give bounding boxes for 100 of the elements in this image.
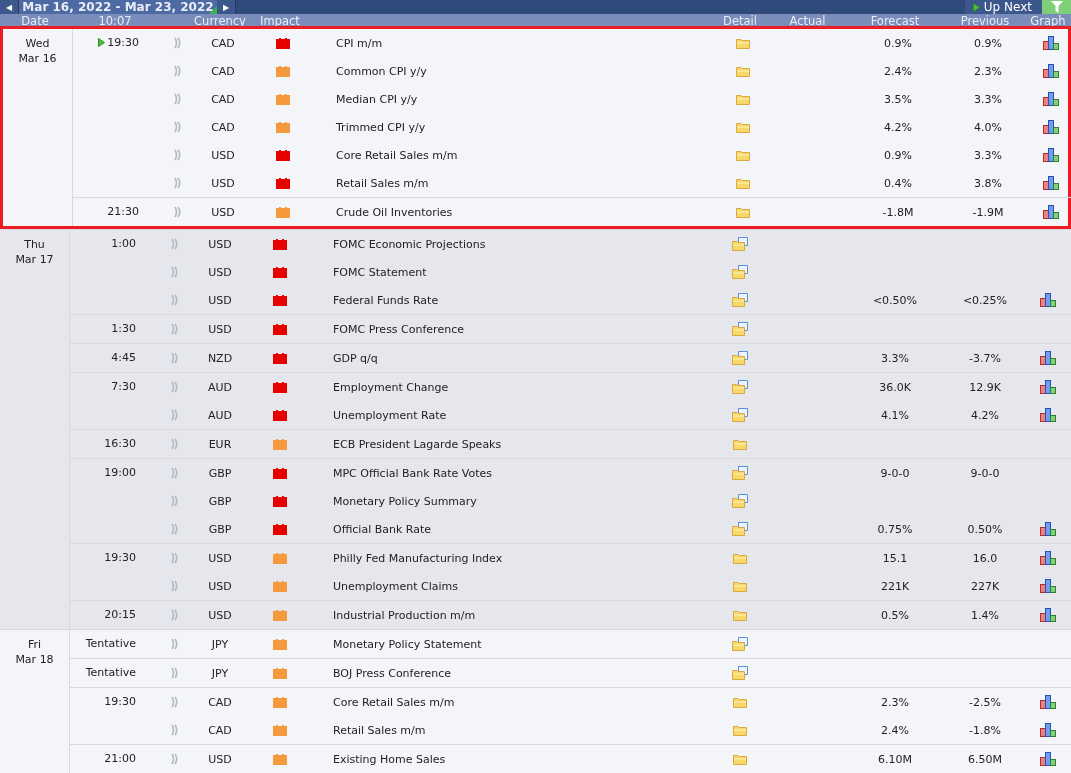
folder-icon[interactable] [733, 696, 747, 708]
date-range-tab[interactable]: Mar 16, 2022 - Mar 23, 2022 [19, 0, 217, 14]
sound-icon[interactable] [174, 65, 182, 77]
folder-document-icon[interactable] [732, 666, 748, 680]
bar-chart-icon[interactable] [1043, 92, 1059, 106]
folder-icon[interactable] [733, 580, 747, 592]
folder-document-icon[interactable] [732, 522, 748, 536]
sound-icon[interactable] [171, 609, 179, 621]
folder-icon[interactable] [733, 438, 747, 450]
sound-icon[interactable] [174, 206, 182, 218]
folder-document-icon[interactable] [732, 494, 748, 508]
up-next-button[interactable]: Up Next [964, 0, 1042, 14]
event-title[interactable]: Existing Home Sales [310, 752, 710, 766]
bar-chart-icon[interactable] [1040, 752, 1056, 766]
sound-icon[interactable] [174, 149, 182, 161]
folder-icon[interactable] [736, 37, 750, 49]
sound-icon[interactable] [171, 266, 179, 278]
folder-icon[interactable] [736, 93, 750, 105]
sound-icon[interactable] [174, 37, 182, 49]
bar-chart-icon[interactable] [1040, 551, 1056, 565]
folder-document-icon[interactable] [732, 351, 748, 365]
bar-chart-icon[interactable] [1040, 522, 1056, 536]
sound-icon[interactable] [171, 638, 179, 650]
sound-icon[interactable] [171, 409, 179, 421]
folder-icon[interactable] [736, 65, 750, 77]
next-week-button[interactable]: ▶ [217, 0, 236, 14]
event-title[interactable]: GDP q/q [310, 351, 710, 365]
folder-document-icon[interactable] [732, 293, 748, 307]
sound-icon[interactable] [171, 294, 179, 306]
sound-icon[interactable] [171, 238, 179, 250]
folder-icon[interactable] [733, 724, 747, 736]
folder-document-icon[interactable] [732, 408, 748, 422]
folder-icon[interactable] [736, 121, 750, 133]
sound-icon[interactable] [171, 523, 179, 535]
event-title[interactable]: FOMC Press Conference [310, 322, 710, 336]
folder-document-icon[interactable] [732, 380, 748, 394]
event-title[interactable]: Retail Sales m/m [310, 723, 710, 737]
folder-document-icon[interactable] [732, 237, 748, 251]
bar-chart-icon[interactable] [1040, 579, 1056, 593]
event-title[interactable]: Unemployment Claims [310, 579, 710, 593]
sound-icon[interactable] [171, 552, 179, 564]
sound-icon[interactable] [174, 177, 182, 189]
event-title[interactable]: Median CPI y/y [313, 92, 713, 106]
sound-icon[interactable] [171, 696, 179, 708]
bar-chart-icon[interactable] [1040, 293, 1056, 307]
previous-week-button[interactable]: ◀ [0, 0, 19, 14]
folder-document-icon[interactable] [732, 637, 748, 651]
event-title[interactable]: Core Retail Sales m/m [313, 148, 713, 162]
folder-icon[interactable] [733, 753, 747, 765]
event-title[interactable]: Industrial Production m/m [310, 608, 710, 622]
event-title[interactable]: Philly Fed Manufacturing Index [310, 551, 710, 565]
bar-chart-icon[interactable] [1043, 120, 1059, 134]
bar-chart-icon[interactable] [1043, 148, 1059, 162]
bar-chart-icon[interactable] [1040, 380, 1056, 394]
event-title[interactable]: Employment Change [310, 380, 710, 394]
sound-icon[interactable] [171, 495, 179, 507]
event-title[interactable]: Crude Oil Inventories [313, 205, 713, 219]
sound-icon[interactable] [171, 753, 179, 765]
event-title[interactable]: CPI m/m [313, 36, 713, 50]
event-title[interactable]: BOJ Press Conference [310, 666, 710, 680]
bar-chart-icon[interactable] [1040, 695, 1056, 709]
event-title[interactable]: Common CPI y/y [313, 64, 713, 78]
bar-chart-icon[interactable] [1043, 205, 1059, 219]
bar-chart-icon[interactable] [1043, 176, 1059, 190]
event-title[interactable]: Monetary Policy Statement [310, 637, 710, 651]
sound-icon[interactable] [171, 381, 179, 393]
bar-chart-icon[interactable] [1040, 723, 1056, 737]
event-title[interactable]: Retail Sales m/m [313, 176, 713, 190]
folder-icon[interactable] [733, 609, 747, 621]
sound-icon[interactable] [171, 580, 179, 592]
bar-chart-icon[interactable] [1040, 351, 1056, 365]
sound-icon[interactable] [171, 724, 179, 736]
sound-icon[interactable] [171, 467, 179, 479]
event-title[interactable]: MPC Official Bank Rate Votes [310, 466, 710, 480]
event-title[interactable]: Federal Funds Rate [310, 293, 710, 307]
bar-chart-icon[interactable] [1040, 608, 1056, 622]
event-title[interactable]: FOMC Economic Projections [310, 237, 710, 251]
folder-document-icon[interactable] [732, 322, 748, 336]
sound-icon[interactable] [171, 323, 179, 335]
event-title[interactable]: Monetary Policy Summary [310, 494, 710, 508]
folder-icon[interactable] [736, 177, 750, 189]
event-title[interactable]: FOMC Statement [310, 265, 710, 279]
event-title[interactable]: Unemployment Rate [310, 408, 710, 422]
filter-button[interactable] [1042, 0, 1071, 14]
sound-icon[interactable] [174, 93, 182, 105]
folder-icon[interactable] [733, 552, 747, 564]
sound-icon[interactable] [174, 121, 182, 133]
event-title[interactable]: Trimmed CPI y/y [313, 120, 713, 134]
folder-document-icon[interactable] [732, 466, 748, 480]
bar-chart-icon[interactable] [1043, 36, 1059, 50]
event-title[interactable]: Official Bank Rate [310, 522, 710, 536]
sound-icon[interactable] [171, 667, 179, 679]
folder-icon[interactable] [736, 206, 750, 218]
bar-chart-icon[interactable] [1040, 408, 1056, 422]
folder-icon[interactable] [736, 149, 750, 161]
sound-icon[interactable] [171, 438, 179, 450]
folder-document-icon[interactable] [732, 265, 748, 279]
event-title[interactable]: Core Retail Sales m/m [310, 695, 710, 709]
sound-icon[interactable] [171, 352, 179, 364]
bar-chart-icon[interactable] [1043, 64, 1059, 78]
